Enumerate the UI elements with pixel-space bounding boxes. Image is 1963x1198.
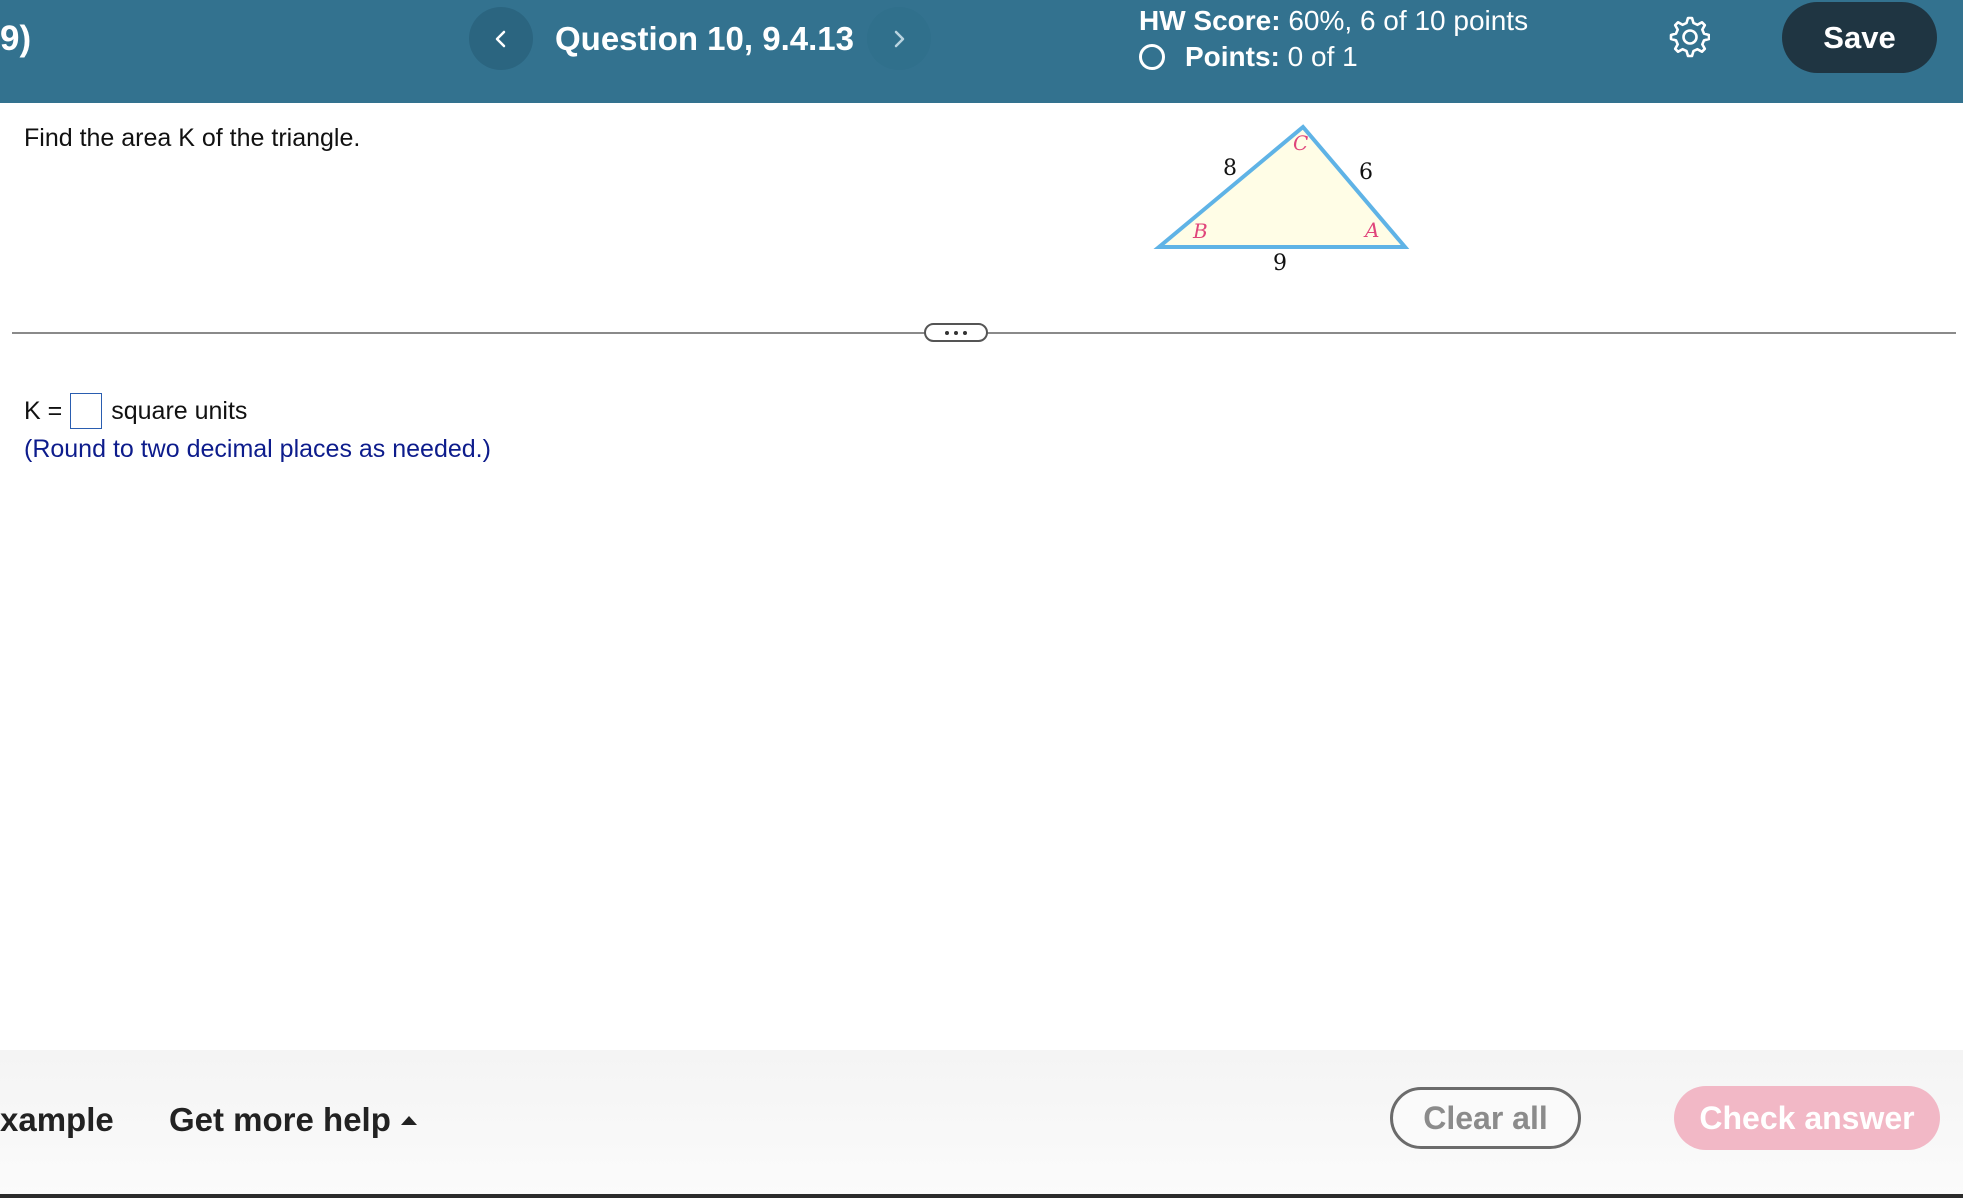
points-label: Points: <box>1185 41 1280 72</box>
clear-all-button[interactable]: Clear all <box>1390 1087 1581 1149</box>
answer-input[interactable] <box>70 393 103 429</box>
hw-score: HW Score: 60%, 6 of 10 points <box>1139 2 1528 40</box>
vertex-label-b: B <box>1192 219 1208 243</box>
status-circle-icon <box>1139 44 1165 70</box>
get-more-help-label: Get more help <box>169 1101 391 1138</box>
hw-score-value: 60%, 6 of 10 points <box>1288 5 1529 36</box>
save-button[interactable]: Save <box>1782 2 1937 73</box>
chevron-right-icon <box>894 30 905 47</box>
answer-suffix: square units <box>111 397 248 425</box>
answer-prefix: K = <box>24 397 63 425</box>
previous-question-button[interactable] <box>469 7 533 70</box>
chevron-left-icon <box>495 30 506 47</box>
vertex-label-a: A <box>1363 218 1379 242</box>
bottom-border <box>0 1194 1963 1198</box>
top-bar: 9) Question 10, 9.4.13 HW Score: 60%, 6 … <box>0 0 1963 103</box>
divider-handle[interactable] <box>924 323 988 342</box>
get-more-help-button[interactable]: Get more help <box>169 1100 417 1140</box>
check-answer-button[interactable]: Check answer <box>1674 1086 1940 1150</box>
side-label-8: 8 <box>1223 156 1237 181</box>
caret-up-icon <box>400 1115 417 1125</box>
question-prompt: Find the area K of the triangle. <box>24 124 361 152</box>
points-value: 0 of 1 <box>1287 41 1358 72</box>
handle-dot <box>963 330 967 335</box>
handle-dot <box>954 330 958 335</box>
hw-score-label: HW Score: <box>1139 5 1281 36</box>
rounding-hint: (Round to two decimal places as needed.) <box>24 435 491 463</box>
view-example-link[interactable]: xample <box>0 1100 114 1140</box>
answer-row: K = square units <box>24 393 247 429</box>
triangle-figure: 8 6 9 B C A <box>1153 124 1410 276</box>
gear-icon[interactable] <box>1666 14 1710 58</box>
question-title: Question 10, 9.4.13 <box>555 20 854 57</box>
side-label-9: 9 <box>1273 251 1287 276</box>
points: Points: 0 of 1 <box>1139 38 1358 76</box>
header-fragment: 9) <box>0 19 32 58</box>
side-label-6: 6 <box>1359 160 1373 185</box>
vertex-label-c: C <box>1293 131 1308 155</box>
next-question-button[interactable] <box>867 7 931 70</box>
handle-dot <box>945 330 949 335</box>
